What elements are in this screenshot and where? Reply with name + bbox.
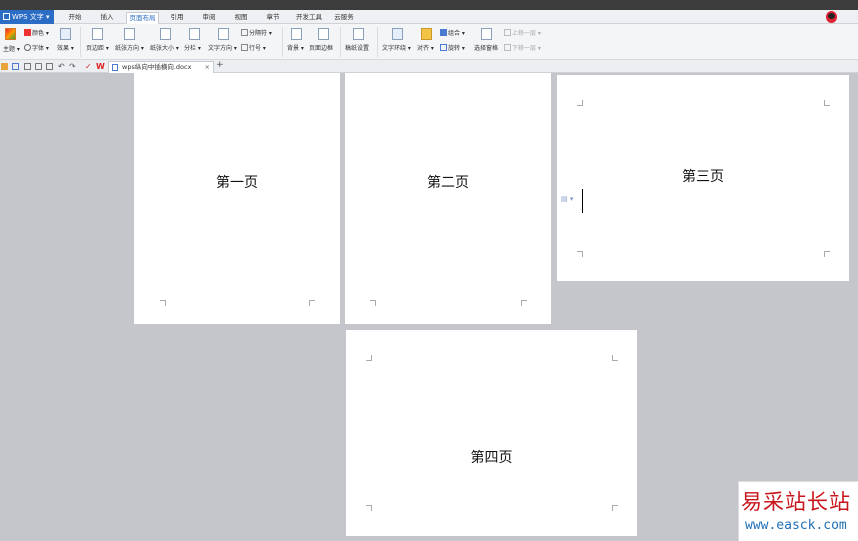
- selection-pane-button[interactable]: 选择窗格: [474, 43, 498, 52]
- font-icon: [24, 44, 31, 51]
- app-name: WPS 文字: [12, 13, 44, 21]
- bring-forward-icon: [504, 29, 511, 36]
- columns-button[interactable]: 分栏 ▾: [184, 43, 201, 52]
- tab-developer[interactable]: 开发工具: [292, 12, 326, 24]
- margins-icon[interactable]: [92, 28, 103, 40]
- paper-size-button[interactable]: 纸张大小 ▾: [150, 43, 179, 52]
- wps-logo-icon: [3, 13, 10, 20]
- document-tab[interactable]: wps纵向中插横向.docx ×: [108, 61, 214, 73]
- send-backward-button[interactable]: 下移一层 ▾: [504, 43, 541, 52]
- tab-cloud[interactable]: 云服务: [330, 12, 358, 24]
- tab-home[interactable]: 开始: [62, 12, 88, 24]
- paper-size-icon[interactable]: [160, 28, 171, 40]
- margin-mark-bottom-left: [366, 505, 372, 511]
- draft-settings-button[interactable]: 稿纸设置: [345, 43, 369, 52]
- margin-mark-top-right: [824, 100, 830, 106]
- font-button[interactable]: 字体 ▾: [24, 43, 49, 52]
- effect-button[interactable]: 效果 ▾: [57, 43, 74, 52]
- align-icon[interactable]: [421, 28, 432, 40]
- ribbon-toolbar: 主题 ▾ 颜色 ▾ 字体 ▾ 效果 ▾ 页边距 ▾ 纸张方向 ▾ 纸张大小 ▾ …: [0, 24, 858, 60]
- selection-pane-icon[interactable]: [481, 28, 492, 40]
- save-as-icon[interactable]: [24, 63, 31, 70]
- page-2[interactable]: 第二页: [345, 73, 551, 324]
- tab-section[interactable]: 章节: [260, 12, 286, 24]
- window-top-bar: [0, 0, 858, 10]
- rotate-icon: [440, 44, 447, 51]
- watermark-url-text: www.easck.com: [745, 518, 847, 533]
- orientation-button[interactable]: 纸张方向 ▾: [115, 43, 144, 52]
- margin-mark-bottom-right: [612, 505, 618, 511]
- line-numbers-icon: [241, 44, 248, 51]
- document-tab-name: wps纵向中插横向.docx: [122, 63, 192, 71]
- tab-page-layout[interactable]: 页面布局: [126, 12, 159, 24]
- text-cursor: [582, 189, 583, 213]
- page-1-title: 第一页: [216, 175, 258, 191]
- group-icon: [440, 29, 447, 36]
- tab-references[interactable]: 引用: [164, 12, 190, 24]
- user-avatar-icon[interactable]: [826, 11, 837, 23]
- wps-w-icon[interactable]: W: [96, 63, 105, 71]
- group-button[interactable]: 组合 ▾: [440, 28, 465, 37]
- page-3-title: 第三页: [682, 169, 724, 185]
- print-preview-icon[interactable]: [46, 63, 53, 70]
- page-4[interactable]: 第四页: [346, 330, 637, 536]
- page-2-title: 第二页: [427, 175, 469, 191]
- tab-insert[interactable]: 插入: [94, 12, 120, 24]
- bring-forward-button[interactable]: 上移一层 ▾: [504, 28, 541, 37]
- watermark-main-text: 易采站长站: [741, 490, 851, 514]
- effect-icon[interactable]: [60, 28, 71, 40]
- undo-icon[interactable]: ↶: [58, 63, 65, 71]
- quick-access-bar: ↶ ↷ ✓ W wps纵向中插横向.docx × +: [0, 60, 858, 73]
- print-icon[interactable]: [35, 63, 42, 70]
- margin-mark-bottom-left: [160, 300, 166, 306]
- text-wrap-icon[interactable]: [392, 28, 403, 40]
- breaks-icon: [241, 29, 248, 36]
- app-menu-button[interactable]: WPS 文字 ▾: [0, 10, 54, 24]
- margin-mark-top-left: [577, 100, 583, 106]
- close-tab-icon[interactable]: ×: [205, 62, 210, 73]
- text-direction-icon[interactable]: [218, 28, 229, 40]
- rotate-button[interactable]: 旋转 ▾: [440, 43, 465, 52]
- theme-button[interactable]: 主题 ▾: [3, 44, 20, 53]
- theme-icon[interactable]: [5, 28, 16, 40]
- page-border-icon[interactable]: [318, 28, 329, 40]
- margins-button[interactable]: 页边距 ▾: [86, 43, 109, 52]
- margin-mark-bottom-left: [370, 300, 376, 306]
- align-button[interactable]: 对齐 ▾: [417, 43, 434, 52]
- tab-review[interactable]: 审阅: [196, 12, 222, 24]
- text-wrap-button[interactable]: 文字环绕 ▾: [382, 43, 411, 52]
- margin-mark-bottom-right: [309, 300, 315, 306]
- text-direction-button[interactable]: 文字方向 ▾: [208, 43, 237, 52]
- page-3[interactable]: 第三页 ▤ ▾: [557, 75, 849, 281]
- page-border-button[interactable]: 页面边框: [309, 43, 333, 52]
- orientation-icon[interactable]: [124, 28, 135, 40]
- new-tab-icon[interactable]: +: [216, 60, 224, 70]
- page-1[interactable]: 第一页: [134, 73, 340, 324]
- save-icon[interactable]: [12, 63, 19, 70]
- columns-icon[interactable]: [189, 28, 200, 40]
- margin-mark-bottom-right: [824, 251, 830, 257]
- margin-mark-bottom-right: [521, 300, 527, 306]
- line-numbers-button[interactable]: 行号 ▾: [241, 43, 266, 52]
- tab-view[interactable]: 视图: [228, 12, 254, 24]
- open-icon[interactable]: [1, 63, 8, 70]
- format-painter-icon[interactable]: ✓: [85, 63, 92, 71]
- draft-settings-icon[interactable]: [353, 28, 364, 40]
- background-button[interactable]: 背景 ▾: [287, 43, 304, 52]
- site-watermark: 易采站长站 www.easck.com: [738, 481, 858, 541]
- margin-mark-bottom-left: [577, 251, 583, 257]
- menu-bar: WPS 文字 ▾ 开始 插入 页面布局 引用 审阅 视图 章节 开发工具 云服务: [0, 10, 858, 24]
- palette-icon: [24, 29, 31, 36]
- page-4-title: 第四页: [470, 450, 513, 466]
- margin-mark-top-right: [612, 355, 618, 361]
- color-button[interactable]: 颜色 ▾: [24, 28, 49, 37]
- redo-icon[interactable]: ↷: [69, 63, 76, 71]
- send-backward-icon: [504, 44, 511, 51]
- margin-mark-top-left: [366, 355, 372, 361]
- background-icon[interactable]: [291, 28, 302, 40]
- breaks-button[interactable]: 分隔符 ▾: [241, 28, 272, 37]
- paragraph-handle-icon[interactable]: ▤ ▾: [561, 195, 573, 203]
- document-icon: [112, 64, 118, 71]
